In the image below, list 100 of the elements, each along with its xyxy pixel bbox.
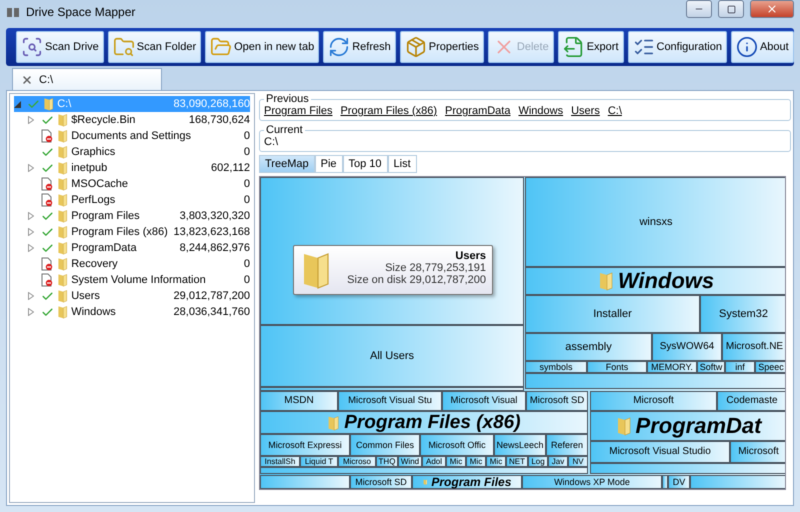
minimize-button[interactable] (686, 0, 712, 18)
treemap-cell[interactable]: SysWOW64 (652, 333, 722, 361)
treemap-cell[interactable]: Microsoft (590, 391, 717, 411)
treemap-cell[interactable] (662, 475, 668, 489)
collapsed-arrow-icon[interactable] (28, 212, 34, 220)
maximize-button[interactable] (718, 0, 744, 18)
treemap-cell[interactable] (525, 373, 785, 389)
history-link[interactable]: ProgramData (445, 105, 510, 117)
treemap-cell[interactable]: NV (568, 456, 588, 467)
view-tab[interactable]: Pie (314, 155, 343, 173)
treemap-cell[interactable]: winsxs (525, 177, 785, 267)
treemap-cell[interactable]: MSDN (260, 391, 338, 411)
treemap-cell[interactable]: All Users (260, 325, 524, 387)
treemap-cell[interactable]: NET (506, 456, 528, 467)
treemap-cell[interactable]: inf (725, 361, 755, 373)
collapsed-arrow-icon[interactable] (28, 308, 34, 316)
tree-item[interactable]: Graphics 0 (14, 144, 250, 160)
history-link[interactable]: Program Files (x86) (340, 105, 438, 117)
folder-name: Program Files (71, 210, 141, 222)
collapsed-arrow-icon[interactable] (28, 292, 34, 300)
treemap-cell[interactable]: Microsoft Visual Studio (590, 441, 730, 463)
treemap-cell[interactable]: Speec (755, 361, 785, 373)
treemap-cell[interactable]: Jav (548, 456, 568, 467)
treemap-cell[interactable] (260, 467, 588, 474)
treemap-cell[interactable]: Installer (525, 295, 700, 333)
treemap-cell[interactable]: Referen (546, 434, 588, 456)
treemap-cell[interactable] (590, 463, 785, 474)
treemap-group-cell[interactable]: Program Files (412, 475, 522, 489)
treemap-cell[interactable]: Microsoft Expressi (260, 434, 350, 456)
treemap-cell[interactable]: InstallSh (260, 456, 300, 467)
treemap-group-cell[interactable]: Windows (525, 267, 785, 295)
treemap-cell[interactable]: Microsoft SD (526, 391, 588, 411)
collapsed-arrow-icon[interactable] (28, 164, 34, 172)
treemap-cell[interactable]: Liquid T (300, 456, 338, 467)
treemap-cell[interactable]: Log (528, 456, 548, 467)
treemap-cell[interactable]: Microso (338, 456, 376, 467)
treemap-cell[interactable]: NewsLeech (494, 434, 546, 456)
treemap-cell[interactable] (260, 387, 524, 391)
treemap-cell[interactable] (690, 475, 785, 489)
treemap-cell[interactable]: Microsoft Visual Stu (338, 391, 442, 411)
tree-item[interactable]: MSOCache 0 (14, 176, 250, 192)
collapsed-arrow-icon[interactable] (28, 228, 34, 236)
treemap-cell[interactable]: Mic (486, 456, 506, 467)
folder-name: ProgramData (71, 242, 138, 254)
treemap-cell[interactable]: Mic (466, 456, 486, 467)
treemap-cell[interactable]: symbols (525, 361, 587, 373)
tree-item[interactable]: ProgramData 8,244,862,976 (14, 240, 250, 256)
treemap-cell[interactable]: Wind (398, 456, 422, 467)
close-icon[interactable] (21, 74, 33, 86)
toolbar-button[interactable]: Configuration (628, 31, 727, 63)
treemap-cell[interactable]: Microsoft SD (350, 475, 412, 489)
treemap-cell[interactable]: Microsoft (730, 441, 785, 463)
treemap-cell[interactable]: System32 (700, 295, 785, 333)
treemap-cell[interactable]: Microsoft Visual (442, 391, 526, 411)
toolbar-button[interactable]: Open in new tab (205, 31, 320, 63)
tree-item[interactable]: PerfLogs 0 (14, 192, 250, 208)
tree-item[interactable]: Documents and Settings 0 (14, 128, 250, 144)
history-link[interactable]: Program Files (264, 105, 332, 117)
view-tab[interactable]: Top 10 (342, 155, 388, 173)
treemap-cell[interactable]: Windows XP Mode (522, 475, 662, 489)
expanded-arrow-icon[interactable] (14, 100, 21, 108)
tree-item[interactable]: Recovery 0 (14, 256, 250, 272)
view-tab[interactable]: TreeMap (259, 155, 315, 173)
toolbar-button[interactable]: Refresh (323, 31, 396, 63)
treemap-cell[interactable]: Codemaste (717, 391, 785, 411)
treemap-cell[interactable]: Fonts (587, 361, 647, 373)
history-link[interactable]: Windows (518, 105, 564, 117)
tree-item[interactable]: $Recycle.Bin 168,730,624 (14, 112, 250, 128)
treemap-cell[interactable]: Microsoft.NE (722, 333, 785, 361)
folder-icon (57, 289, 68, 303)
treemap-group-cell[interactable]: ProgramDat (590, 411, 785, 441)
treemap-cell[interactable]: Microsoft Offic (420, 434, 494, 456)
treemap-cell[interactable]: Softw (697, 361, 725, 373)
treemap-cell[interactable]: Adol (422, 456, 446, 467)
close-button[interactable] (750, 0, 794, 18)
history-link[interactable]: C:\ (608, 105, 622, 117)
tree-item[interactable]: System Volume Information 0 (14, 272, 250, 288)
toolbar-button[interactable]: About (730, 31, 794, 63)
history-link[interactable]: Users (571, 105, 600, 117)
tree-item[interactable]: inetpub 602,112 (14, 160, 250, 176)
treemap-cell[interactable]: THQ (376, 456, 398, 467)
view-tab[interactable]: List (388, 155, 417, 173)
tree-item[interactable]: Program Files 3,803,320,320 (14, 208, 250, 224)
toolbar-button[interactable]: Scan Drive (16, 31, 104, 63)
treemap-group-cell[interactable]: Program Files (x86) (260, 411, 588, 434)
treemap-cell[interactable]: DV (668, 475, 690, 489)
treemap-cell[interactable]: Mic (446, 456, 466, 467)
treemap-cell[interactable]: assembly (525, 333, 652, 361)
tree-item[interactable]: Users 29,012,787,200 (14, 288, 250, 304)
tree-item[interactable]: Windows 28,036,341,760 (14, 304, 250, 320)
tree-item[interactable]: Program Files (x86) 13,823,623,168 (14, 224, 250, 240)
treemap-cell[interactable] (260, 475, 350, 489)
toolbar-button[interactable]: Scan Folder (108, 31, 202, 63)
collapsed-arrow-icon[interactable] (28, 116, 34, 124)
treemap-cell[interactable]: Common Files (350, 434, 420, 456)
toolbar-button[interactable]: Properties (400, 31, 484, 63)
collapsed-arrow-icon[interactable] (28, 244, 34, 252)
document-tab[interactable]: C:\ (12, 68, 162, 90)
toolbar-button[interactable]: Export (558, 31, 624, 63)
treemap-cell[interactable]: MEMORY. (647, 361, 697, 373)
